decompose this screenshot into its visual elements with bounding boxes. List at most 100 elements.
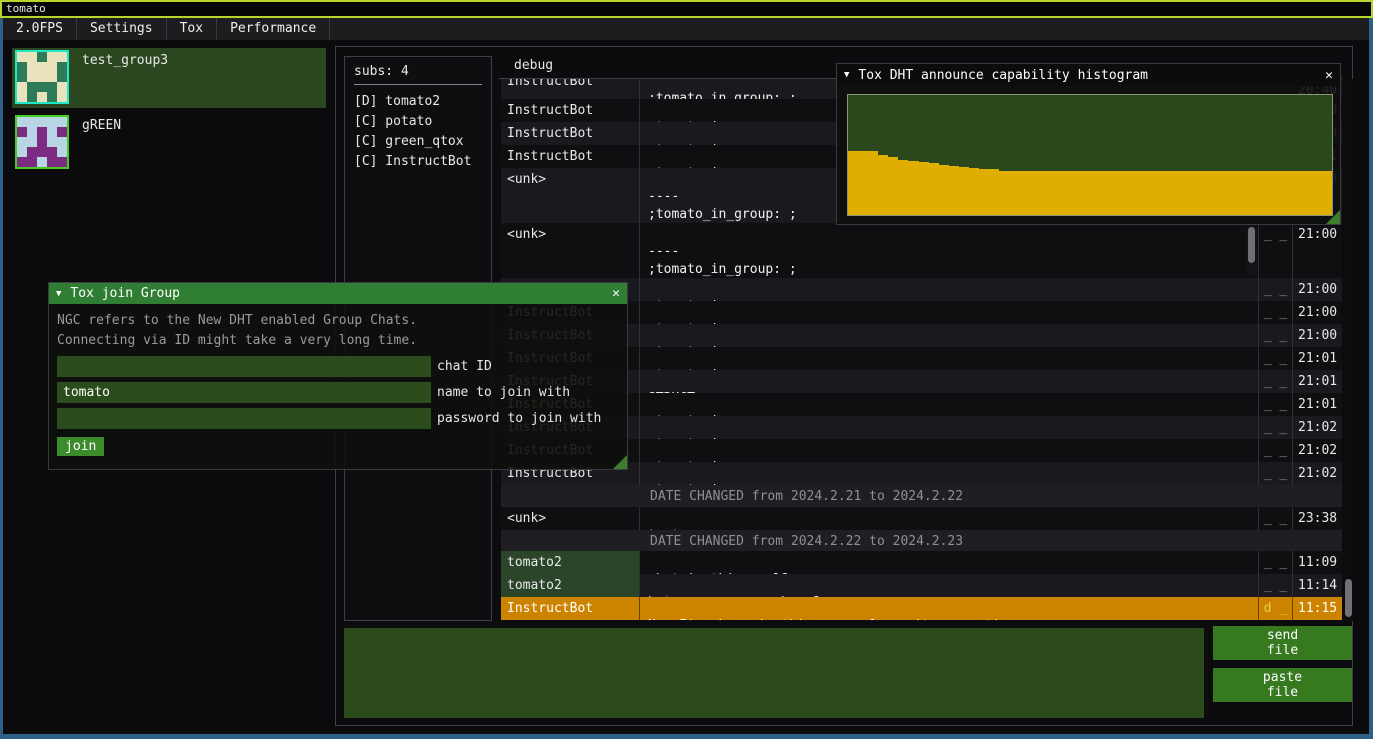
avatar-pixel (17, 157, 27, 167)
close-icon[interactable]: ✕ (1325, 68, 1333, 83)
message-text: ;tomato_in_group: ; (640, 462, 1259, 485)
avatar-pixel (27, 127, 37, 137)
dht-histogram-plot (847, 94, 1333, 216)
chat-scrollbar-handle[interactable] (1345, 579, 1352, 617)
histogram-bar (1100, 171, 1110, 215)
message-timestamp: 21:02 (1293, 462, 1342, 485)
avatar-pixel (27, 137, 37, 147)
menu-item[interactable]: Tox (167, 18, 217, 40)
avatar-pixel (37, 157, 47, 167)
histogram-window-title: Tox DHT announce capability histogram (858, 68, 1148, 83)
histogram-bar (949, 166, 959, 215)
message-timestamp: 21:02 (1293, 439, 1342, 462)
message-status: _ _ (1259, 574, 1293, 597)
window-title: tomato (6, 2, 46, 15)
histogram-bar (1211, 171, 1221, 215)
histogram-window-titlebar[interactable]: ▼ Tox DHT announce capability histogram … (837, 64, 1340, 86)
os-titlebar[interactable]: tomato (0, 0, 1373, 18)
histogram-bar (1150, 171, 1160, 215)
message-text: STRUCT (640, 370, 1259, 393)
menu-bar: 2.0FPS Settings Tox Performance (3, 18, 1369, 40)
histogram-bar (858, 151, 868, 215)
collapse-icon[interactable]: ▼ (56, 289, 61, 299)
join-field-input[interactable] (57, 408, 431, 429)
histogram-bar (1070, 171, 1080, 215)
close-icon[interactable]: ✕ (612, 286, 620, 301)
join-description-line1: NGC refers to the New DHT enabled Group … (57, 311, 619, 331)
group-name: test_group3 (82, 53, 168, 68)
message-timestamp: 21:01 (1293, 370, 1342, 393)
histogram-bar (1090, 171, 1100, 215)
tab-debug[interactable]: debug (514, 58, 553, 73)
avatar-pixel (37, 92, 47, 102)
join-button[interactable]: join (57, 437, 104, 456)
histogram-bar (1271, 171, 1281, 215)
member-list-item[interactable]: [C] green_qtox (354, 132, 482, 152)
group-avatar (15, 115, 69, 169)
message-status: _ _ (1259, 370, 1293, 393)
histogram-bar (1130, 171, 1140, 215)
member-list-item[interactable]: [D] tomato2 (354, 92, 482, 112)
avatar-pixel (47, 117, 57, 127)
histogram-bar (1231, 171, 1241, 215)
histogram-bar (1251, 171, 1261, 215)
message-text: ;tomato_in_group: ; (640, 278, 1259, 301)
avatar-pixel (37, 117, 47, 127)
avatar-pixel (57, 72, 67, 82)
join-description-line2: Connecting via ID might take a very long… (57, 331, 619, 351)
member-list-item[interactable]: [C] InstructBot (354, 152, 482, 172)
histogram-bar (898, 160, 908, 215)
menu-item[interactable]: Settings (77, 18, 167, 40)
message-row: InstructBot No, I've been in this group … (501, 597, 1342, 620)
join-window-body: NGC refers to the New DHT enabled Group … (49, 304, 627, 456)
join-field-input[interactable] (57, 382, 431, 403)
avatar-pixel (37, 137, 47, 147)
message-text: No, I've been in this group for quite so… (640, 597, 1259, 620)
avatar-pixel (37, 127, 47, 137)
window-frame-left (0, 18, 3, 739)
contact-list-item[interactable]: test_group3 (12, 48, 326, 108)
join-window-titlebar[interactable]: ▼ Tox join Group ✕ (49, 283, 627, 304)
avatar-pixel (47, 92, 57, 102)
avatar-pixel (37, 147, 47, 157)
avatar-pixel (37, 62, 47, 72)
app-window: tomato 2.0FPS Settings Tox Performance (0, 0, 1373, 739)
chat-scrollbar[interactable] (1344, 79, 1353, 621)
histogram-bar (1029, 171, 1039, 215)
avatar-pixel (27, 62, 37, 72)
histogram-bar (999, 171, 1009, 215)
message-row: tomato2 bot, are you new here? _ _ 11:14 (501, 574, 1342, 597)
collapse-icon[interactable]: ▼ (844, 70, 849, 80)
join-window-title: Tox join Group (70, 286, 180, 301)
resize-grip-icon[interactable] (1326, 210, 1340, 224)
avatar-pixel (57, 127, 67, 137)
avatar-pixel (27, 52, 37, 62)
join-field-input[interactable] (57, 356, 431, 377)
join-fields: chat ID name to join with password to jo… (57, 356, 619, 429)
resize-grip-icon[interactable] (613, 455, 627, 469)
message-sender: InstructBot (501, 99, 640, 122)
send-file-button[interactable]: send file (1213, 626, 1352, 660)
contact-list-item[interactable]: gREEN (12, 113, 326, 171)
message-timestamp: 11:09 (1293, 551, 1342, 574)
join-field-label: chat ID (437, 359, 492, 374)
message-cell-scrollbar[interactable] (1246, 225, 1257, 275)
message-sender: tomato2 (501, 551, 640, 574)
avatar-pixel (47, 157, 57, 167)
message-input[interactable] (344, 628, 1204, 718)
menu-item[interactable]: 2.0FPS (3, 18, 77, 40)
paste-file-button[interactable]: paste file (1213, 668, 1352, 702)
avatar-pixel (47, 147, 57, 157)
avatar-pixel (57, 137, 67, 147)
menu-item[interactable]: Performance (217, 18, 330, 40)
message-sender: <unk> (501, 168, 640, 223)
histogram-bar (1160, 171, 1170, 215)
histogram-bar (1050, 171, 1060, 215)
scrollbar-handle[interactable] (1248, 227, 1255, 263)
join-field-label: password to join with (437, 411, 601, 426)
avatar-pixel (27, 82, 37, 92)
member-list-item[interactable]: [C] potato (354, 112, 482, 132)
join-field-label: name to join with (437, 385, 570, 400)
histogram-bar (1009, 171, 1019, 215)
avatar-pixel (17, 92, 27, 102)
